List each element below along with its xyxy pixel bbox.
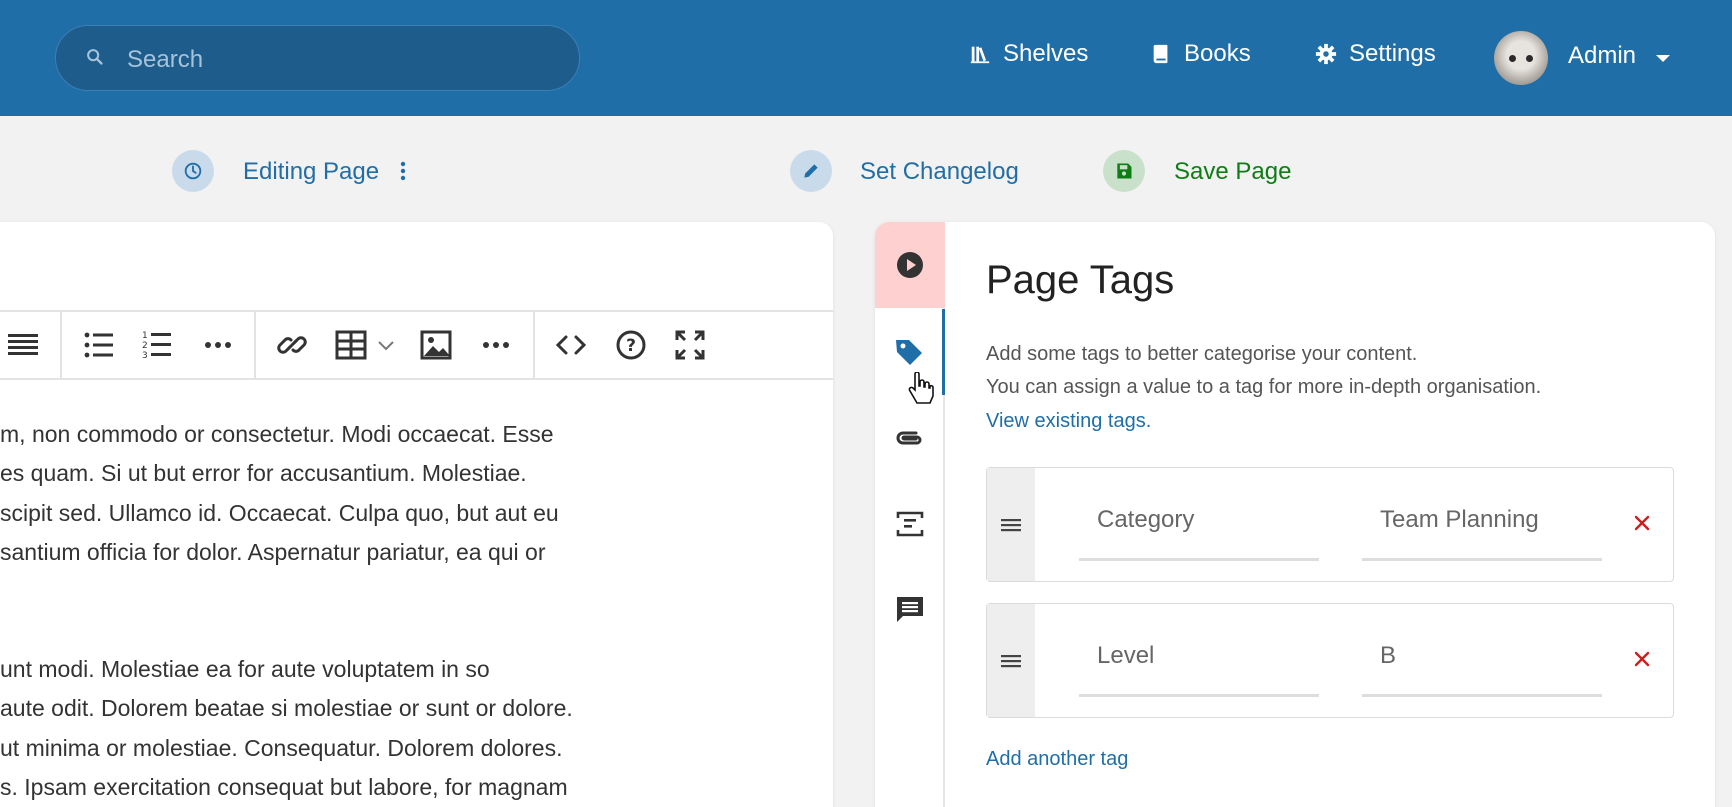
svg-text:3: 3 bbox=[142, 351, 148, 360]
text-line: scipit sed. Ullamco id. Occaecat. Culpa … bbox=[0, 499, 559, 526]
sidebar-tab-comments[interactable] bbox=[875, 566, 945, 652]
comment-icon bbox=[897, 597, 923, 622]
text-line: unt modi. Molestiae ea for aute voluptat… bbox=[0, 656, 490, 682]
align-justify-icon[interactable] bbox=[3, 325, 43, 365]
editor-paragraph[interactable]: m, non commodo or consectetur. Modi occa… bbox=[0, 415, 559, 572]
tag-value-text: Team Planning bbox=[1380, 506, 1539, 533]
more-horizontal-icon[interactable] bbox=[476, 325, 516, 365]
set-changelog-button[interactable]: Set Changelog bbox=[860, 158, 1019, 186]
image-icon[interactable] bbox=[416, 325, 456, 365]
nav-settings-link[interactable]: Settings bbox=[1315, 40, 1436, 68]
toolbar-divider bbox=[254, 310, 256, 380]
page-title: Page Tags bbox=[986, 258, 1175, 302]
toolbar-divider bbox=[60, 310, 62, 380]
tag-value-text: B bbox=[1380, 642, 1397, 669]
search-bar[interactable]: Search bbox=[55, 25, 580, 91]
tag-name-value: Category bbox=[1097, 506, 1195, 533]
tag-name-value: Level bbox=[1097, 642, 1155, 669]
nav-shelves-label: Shelves bbox=[1003, 40, 1089, 67]
sidebar-tab-attachments[interactable] bbox=[875, 395, 945, 481]
drag-handle-icon[interactable] bbox=[987, 468, 1035, 581]
shelves-icon bbox=[970, 46, 990, 64]
svg-text:?: ? bbox=[626, 336, 636, 356]
tag-row: Category Team Planning bbox=[986, 467, 1674, 582]
fullscreen-icon[interactable] bbox=[670, 325, 710, 365]
play-circle-icon bbox=[897, 252, 923, 278]
tag-value-input[interactable]: Team Planning bbox=[1362, 468, 1602, 581]
tag-row: Level B bbox=[986, 603, 1674, 718]
tag-name-input[interactable]: Level bbox=[1079, 604, 1319, 717]
link-icon[interactable] bbox=[272, 325, 312, 365]
close-icon[interactable] bbox=[1629, 510, 1655, 536]
code-icon[interactable] bbox=[551, 325, 591, 365]
toolbar-divider bbox=[533, 310, 535, 380]
table-icon[interactable] bbox=[331, 325, 371, 365]
drag-handle-icon[interactable] bbox=[987, 604, 1035, 717]
svg-text:1: 1 bbox=[142, 331, 148, 341]
svg-text:2: 2 bbox=[142, 341, 148, 351]
tag-name-input[interactable]: Category bbox=[1079, 468, 1319, 581]
gear-icon bbox=[1315, 43, 1337, 65]
history-icon[interactable] bbox=[172, 150, 214, 192]
save-page-button[interactable]: Save Page bbox=[1174, 158, 1291, 186]
sidebar-tab-templates[interactable] bbox=[875, 222, 945, 308]
nav-books-label: Books bbox=[1184, 40, 1251, 67]
help-icon[interactable]: ? bbox=[611, 325, 651, 365]
more-vertical-icon[interactable] bbox=[400, 161, 406, 181]
text-line: aute odit. Dolorem beatae si molestiae o… bbox=[0, 695, 573, 722]
text-line: es quam. Si ut but error for accusantium… bbox=[0, 460, 527, 487]
save-icon[interactable] bbox=[1103, 150, 1145, 192]
chevron-down-icon[interactable] bbox=[1656, 55, 1670, 62]
editing-page-label[interactable]: Editing Page bbox=[243, 158, 379, 186]
page-nav-icon bbox=[896, 511, 924, 537]
top-header: Search Shelves Books Settings Admin bbox=[0, 0, 1732, 116]
user-name[interactable]: Admin bbox=[1568, 42, 1636, 70]
add-another-tag-link[interactable]: Add another tag bbox=[986, 748, 1128, 771]
tags-description: You can assign a value to a tag for more… bbox=[986, 376, 1542, 398]
view-existing-tags-link[interactable]: View existing tags. bbox=[986, 410, 1151, 433]
search-icon bbox=[87, 49, 103, 65]
search-input[interactable]: Search bbox=[127, 46, 203, 74]
tag-value-input[interactable]: B bbox=[1362, 604, 1602, 717]
close-icon[interactable] bbox=[1629, 646, 1655, 672]
bullet-list-icon[interactable] bbox=[79, 325, 119, 365]
tags-description: Add some tags to better categorise your … bbox=[986, 343, 1418, 365]
text-line: s. Ipsam exercitation consequat but labo… bbox=[0, 773, 568, 800]
text-line: santium officia for dolor. Aspernatur pa… bbox=[0, 538, 546, 565]
book-icon bbox=[1153, 44, 1168, 64]
text-line: ut minima or molestiae. Consequatur. Dol… bbox=[0, 734, 563, 761]
more-horizontal-icon[interactable] bbox=[198, 325, 238, 365]
editor-paragraph[interactable]: unt modi. Molestiae ea for aute voluptat… bbox=[0, 650, 573, 807]
numbered-list-icon[interactable]: 123 bbox=[137, 325, 177, 365]
table-dropdown-chevron-icon[interactable] bbox=[366, 325, 406, 365]
paperclip-icon bbox=[896, 431, 922, 445]
text-line: m, non commodo or consectetur. Modi occa… bbox=[0, 421, 554, 447]
nav-books-link[interactable]: Books bbox=[1150, 40, 1251, 68]
pencil-icon[interactable] bbox=[790, 150, 832, 192]
sidebar-tab-navigation[interactable] bbox=[875, 481, 945, 567]
nav-shelves-link[interactable]: Shelves bbox=[969, 40, 1088, 68]
tag-icon bbox=[895, 340, 922, 365]
avatar[interactable] bbox=[1494, 31, 1548, 85]
nav-settings-label: Settings bbox=[1349, 40, 1436, 67]
